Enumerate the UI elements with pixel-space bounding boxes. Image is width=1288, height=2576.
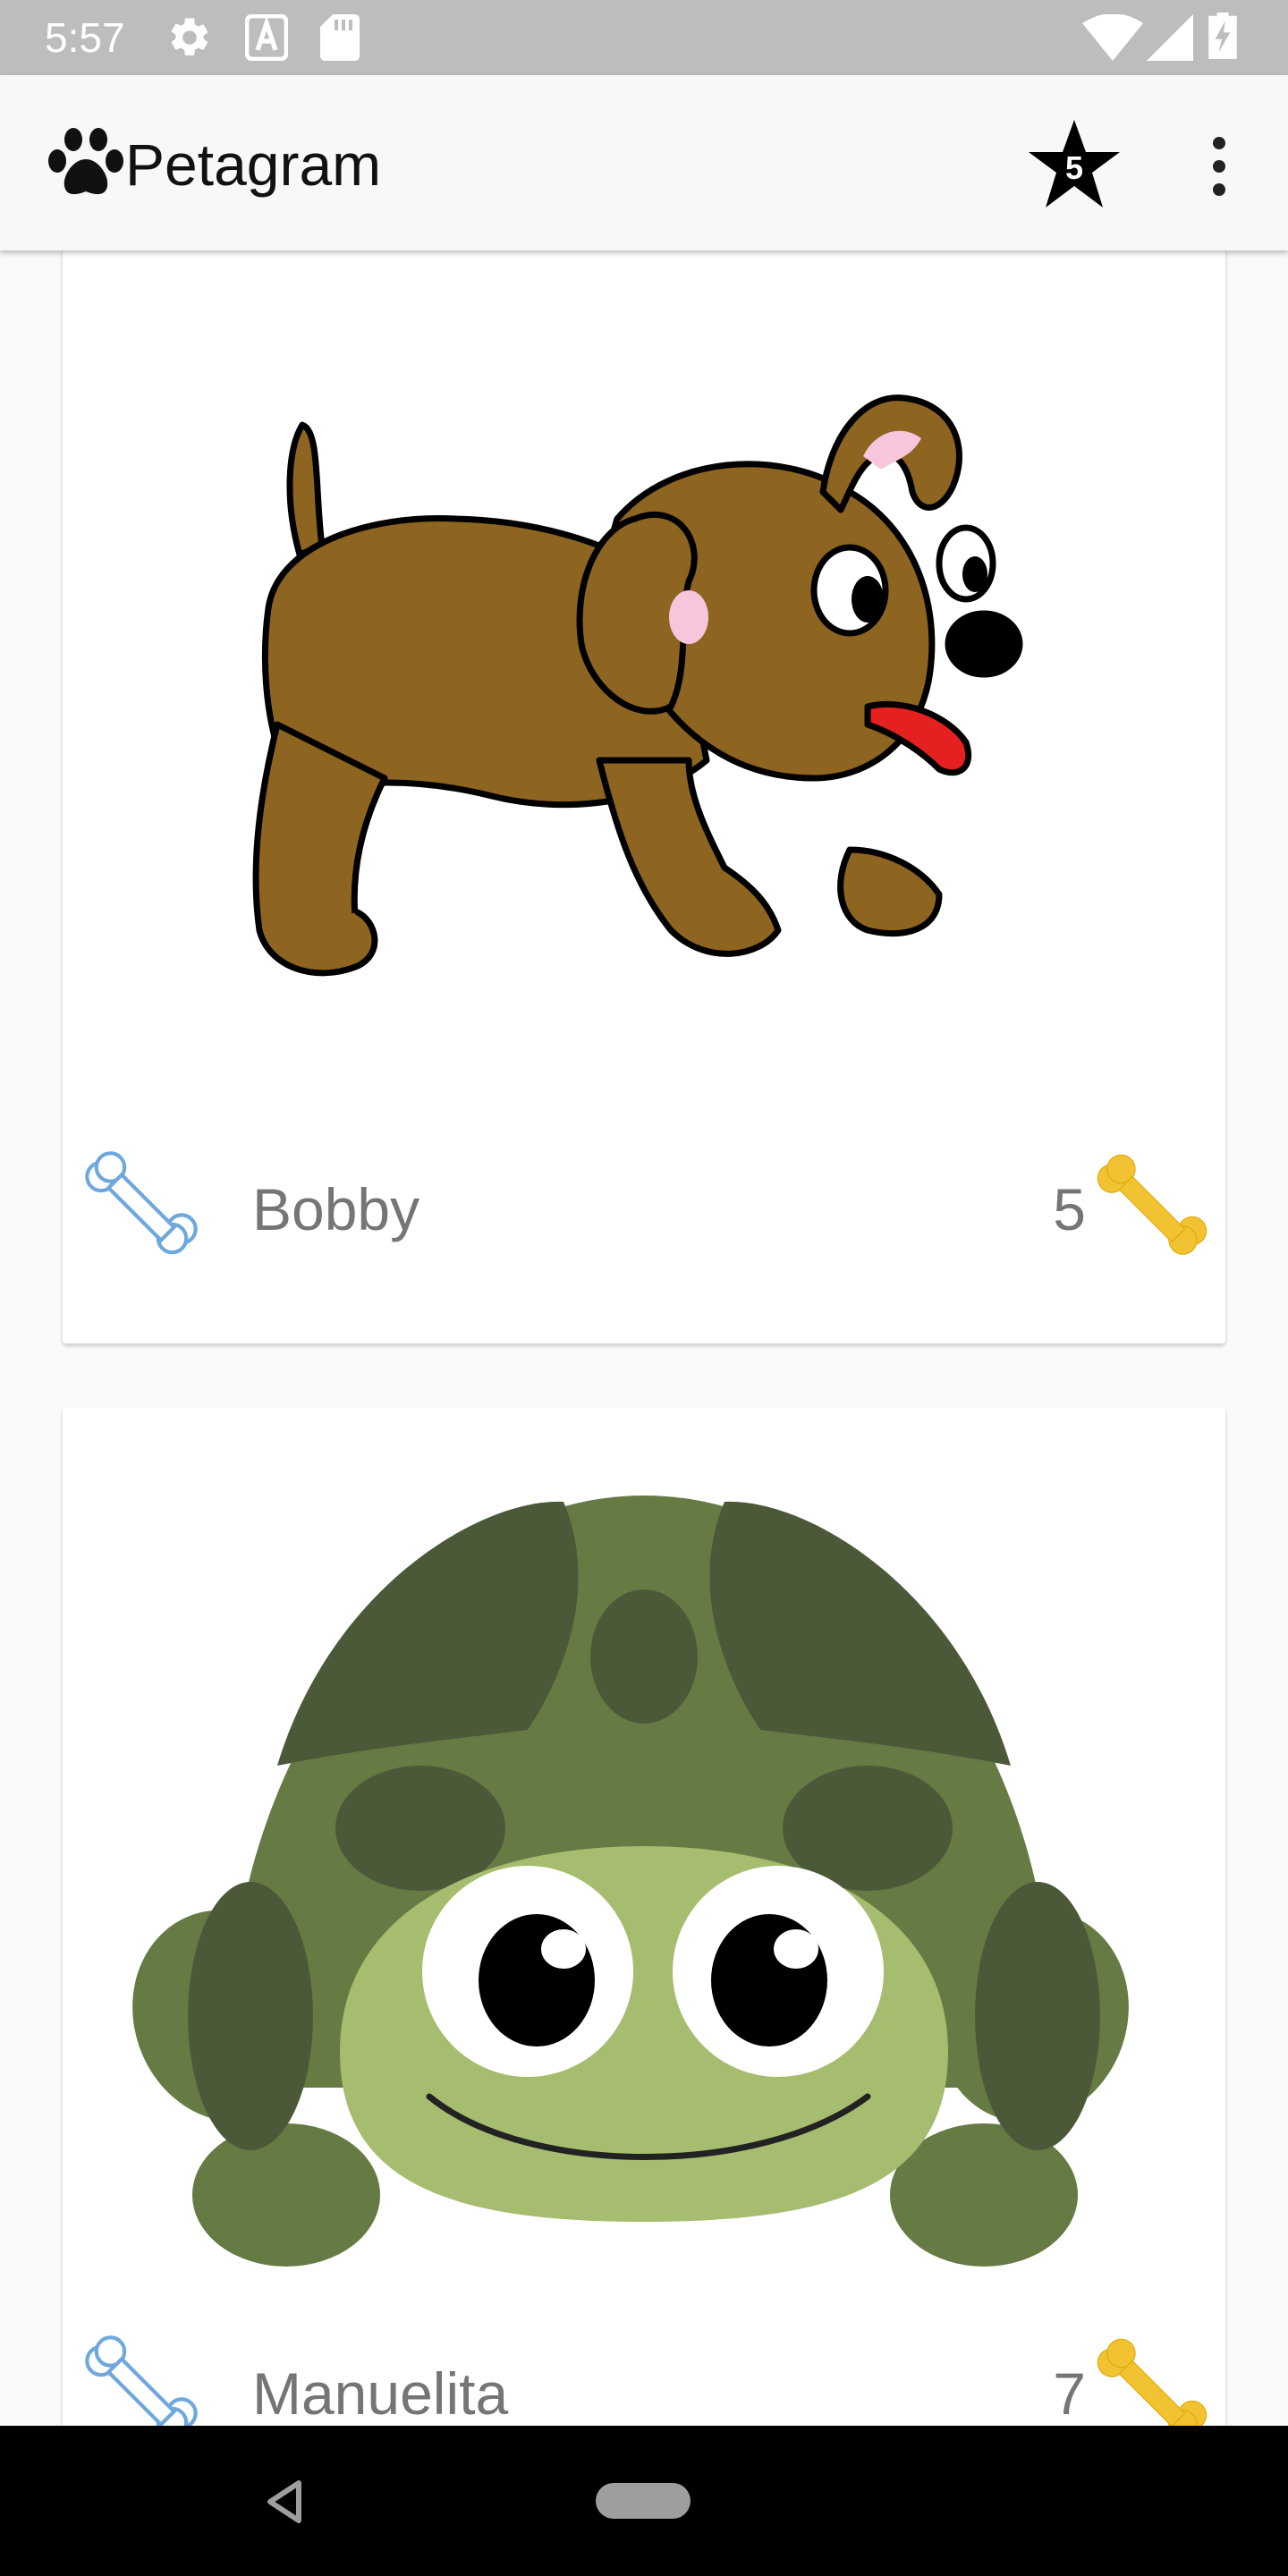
pet-list[interactable]: Bobby 5 Manuelita 7 bbox=[0, 250, 1288, 2426]
pet-likes-count: 5 bbox=[1053, 1176, 1086, 1242]
pet-name: Manuelita bbox=[252, 2360, 509, 2426]
settings-gear-icon bbox=[171, 18, 208, 55]
battery-charging-icon bbox=[1208, 13, 1237, 59]
app-title: Petagram bbox=[125, 131, 382, 198]
more-vert-icon[interactable] bbox=[1195, 132, 1243, 200]
home-pill-icon[interactable] bbox=[596, 2483, 691, 2519]
pet-card: Manuelita 7 bbox=[63, 1408, 1225, 2426]
pet-photo-puppy bbox=[252, 394, 1023, 977]
favorites-button[interactable]: 5 bbox=[1025, 118, 1123, 211]
favorites-count: 5 bbox=[1064, 149, 1084, 186]
like-bone-button[interactable] bbox=[80, 2331, 202, 2426]
status-time: 5:57 bbox=[45, 14, 125, 61]
back-triangle-icon[interactable] bbox=[265, 2479, 304, 2524]
cell-signal-icon bbox=[1147, 14, 1193, 61]
rating-bone-icon bbox=[1097, 1154, 1208, 1255]
sd-card-icon bbox=[320, 14, 360, 61]
like-bone-button[interactable] bbox=[80, 1147, 202, 1268]
keyboard-a-icon bbox=[245, 14, 288, 61]
pet-likes-count: 7 bbox=[1053, 2360, 1086, 2426]
wifi-icon bbox=[1082, 14, 1143, 61]
pet-card: Bobby 5 bbox=[63, 250, 1225, 1343]
pet-name: Bobby bbox=[252, 1176, 420, 1242]
app-bar: Petagram 5 bbox=[0, 75, 1288, 250]
navigation-bar bbox=[0, 2426, 1288, 2576]
status-bar: 5:57 bbox=[0, 0, 1288, 75]
rating-bone-icon bbox=[1097, 2338, 1208, 2426]
paw-icon bbox=[48, 128, 123, 195]
pet-photo-turtle bbox=[132, 1496, 1129, 2267]
